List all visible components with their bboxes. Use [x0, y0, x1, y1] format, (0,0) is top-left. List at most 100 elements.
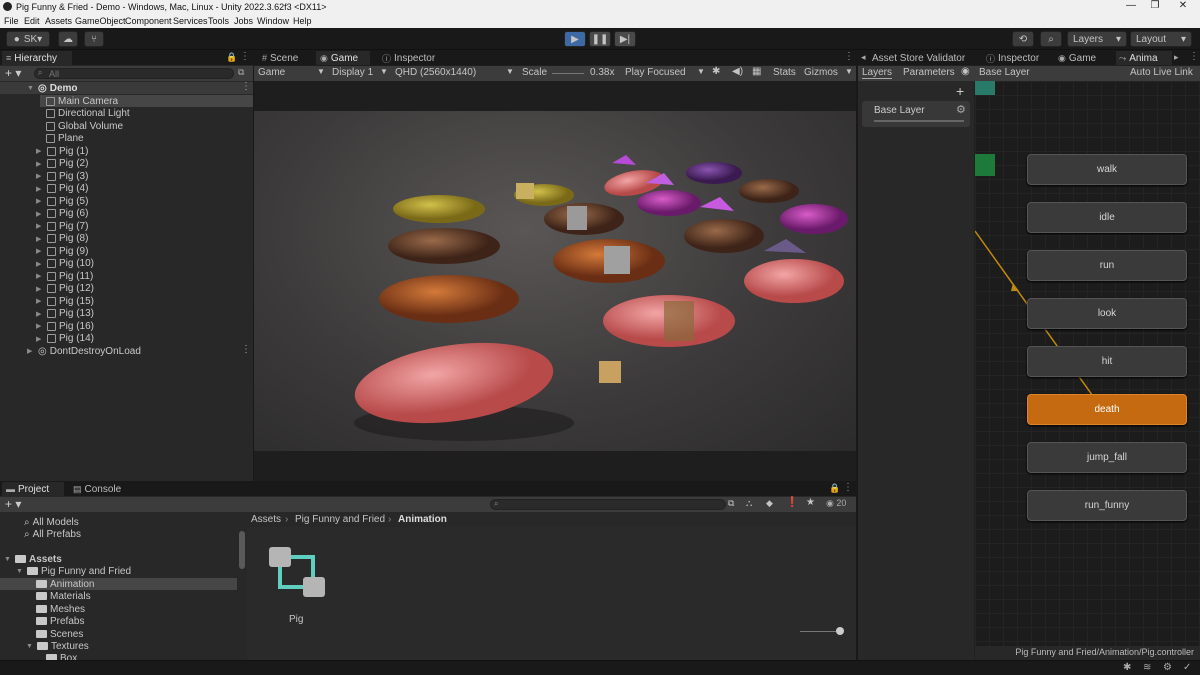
account-button[interactable]: ● SK ▾: [6, 31, 50, 47]
create-button[interactable]: + ▾: [5, 497, 21, 511]
scale-slider[interactable]: [552, 73, 584, 74]
display-dropdown[interactable]: Display 1: [332, 67, 373, 78]
bug-icon[interactable]: ✱: [712, 66, 720, 77]
add-layer-button[interactable]: +: [956, 83, 964, 99]
hierarchy-item[interactable]: Plane: [46, 133, 84, 145]
state-run-funny[interactable]: run_funny: [1027, 490, 1187, 521]
menu-file[interactable]: File: [4, 16, 19, 26]
scroll-left-icon[interactable]: ◂: [861, 52, 866, 63]
add-button[interactable]: + ▾: [5, 66, 21, 80]
label-icon[interactable]: ◆: [766, 498, 773, 509]
tab-game-right[interactable]: ◉ Game: [1058, 51, 1112, 65]
more-icon[interactable]: ⋮: [240, 51, 250, 62]
tab-project[interactable]: ▬ Project: [2, 482, 64, 496]
hierarchy-item[interactable]: ▶ Pig (6): [36, 208, 88, 220]
animator-controller-asset[interactable]: [267, 543, 327, 603]
hierarchy-item[interactable]: ▶ Pig (13): [36, 308, 94, 320]
folder-meshes[interactable]: Meshes: [36, 603, 85, 615]
project-search[interactable]: ⌕: [490, 499, 726, 510]
folder-scenes[interactable]: Scenes: [36, 628, 83, 640]
folder-materials[interactable]: Materials: [36, 590, 91, 602]
expand-arrow-icon[interactable]: ▶: [36, 247, 44, 255]
menu-services[interactable]: Services: [173, 16, 208, 26]
hierarchy-item[interactable]: ▶ Pig (15): [36, 295, 94, 307]
hierarchy-item[interactable]: ▶ Pig (2): [36, 158, 88, 170]
expand-arrow-icon[interactable]: ▶: [36, 335, 44, 343]
eye-icon[interactable]: ◉: [961, 66, 970, 77]
scroll-right-icon[interactable]: ▸: [1174, 52, 1179, 63]
tab-asset-store-validator[interactable]: Asset Store Validator: [872, 51, 982, 65]
bug-icon[interactable]: ✱: [1123, 662, 1131, 673]
expand-arrow-icon[interactable]: ▶: [36, 235, 44, 243]
hierarchy-item[interactable]: ▶ Pig (14): [36, 333, 94, 345]
expand-arrow-icon[interactable]: ▶: [36, 272, 44, 280]
tab-animator[interactable]: ⤳ Anima: [1116, 51, 1172, 65]
breadcrumb-animation[interactable]: Animation: [398, 514, 447, 525]
state-jump-fall[interactable]: jump_fall: [1027, 442, 1187, 473]
hidden-count[interactable]: ◉ 20: [826, 498, 846, 509]
menu-gameobject[interactable]: GameObject: [75, 16, 126, 26]
more-icon[interactable]: ⋮: [241, 81, 251, 92]
folder-animation[interactable]: Animation: [36, 578, 94, 590]
hierarchy-item[interactable]: ▶ Pig (3): [36, 170, 88, 182]
hierarchy-item[interactable]: Global Volume: [46, 120, 123, 132]
tab-scene[interactable]: # Scene: [258, 51, 310, 65]
expand-arrow-icon[interactable]: ▼: [16, 568, 24, 575]
search-by-type-icon[interactable]: ⧉: [728, 498, 734, 509]
menu-component[interactable]: Component: [125, 16, 172, 26]
more-icon[interactable]: ⋮: [1189, 51, 1199, 62]
search-button[interactable]: ⌕: [1040, 31, 1062, 47]
step-button[interactable]: ▶|: [614, 31, 636, 47]
state-idle[interactable]: idle: [1027, 202, 1187, 233]
expand-arrow-icon[interactable]: ▶: [36, 285, 44, 293]
folder-pig-funny[interactable]: ▼ Pig Funny and Fried: [16, 565, 131, 577]
state-run[interactable]: run: [1027, 250, 1187, 281]
entry-node[interactable]: [975, 81, 995, 95]
expand-arrow-icon[interactable]: ▶: [36, 160, 44, 168]
expand-arrow-icon[interactable]: ▶: [36, 222, 44, 230]
expand-arrow-icon[interactable]: ▶: [36, 210, 44, 218]
hierarchy-item[interactable]: ▶ Pig (11): [36, 270, 93, 282]
play-button[interactable]: ▶: [564, 31, 586, 47]
minimize-icon[interactable]: —: [1120, 0, 1142, 11]
hierarchy-item[interactable]: ▶ Pig (16): [36, 320, 94, 332]
filter-type-icon[interactable]: ⛬: [746, 498, 752, 509]
filter-icon[interactable]: ⧉: [238, 67, 244, 78]
more-icon[interactable]: ⋮: [241, 344, 251, 355]
menu-help[interactable]: Help: [293, 16, 312, 26]
maximize-icon[interactable]: ❐: [1144, 0, 1166, 11]
stack-icon[interactable]: ≋: [1143, 662, 1151, 673]
expand-arrow-icon[interactable]: ▶: [27, 347, 35, 355]
hierarchy-search[interactable]: ⌕ All: [34, 68, 234, 79]
warning-icon[interactable]: ❗: [786, 497, 798, 508]
tree-scrollbar[interactable]: [239, 531, 245, 569]
hierarchy-item[interactable]: ▶ Pig (8): [36, 233, 88, 245]
game-viewport[interactable]: [254, 111, 856, 451]
tab-inspector[interactable]: ⓘ Inspector: [378, 51, 448, 65]
expand-arrow-icon[interactable]: ▼: [27, 85, 35, 92]
layout-dropdown[interactable]: Layout ▾: [1130, 31, 1192, 47]
hierarchy-item[interactable]: ▶ Pig (4): [36, 183, 88, 195]
menu-assets[interactable]: Assets: [45, 16, 72, 26]
gear-icon[interactable]: ⚙: [1163, 662, 1172, 673]
tab-inspector-right[interactable]: ⓘ Inspector: [984, 51, 1054, 65]
hierarchy-item[interactable]: ▶ Pig (7): [36, 220, 88, 232]
state-walk[interactable]: walk: [1027, 154, 1187, 185]
hierarchy-item[interactable]: ▶ Pig (10): [36, 258, 94, 270]
expand-arrow-icon[interactable]: ▶: [36, 197, 44, 205]
hierarchy-item[interactable]: ▶ Pig (5): [36, 195, 88, 207]
breadcrumb-assets[interactable]: Assets: [251, 514, 281, 525]
layer-breadcrumb[interactable]: Base Layer: [979, 67, 1030, 78]
hierarchy-item[interactable]: Main Camera: [46, 95, 118, 107]
folder-prefabs[interactable]: Prefabs: [36, 615, 84, 627]
tab-hierarchy[interactable]: ≡ Hierarchy: [2, 51, 72, 65]
expand-arrow-icon[interactable]: ▼: [26, 643, 34, 650]
gear-icon[interactable]: ⚙: [956, 103, 966, 116]
state-death[interactable]: death: [1027, 394, 1187, 425]
gizmos-button[interactable]: Gizmos: [804, 67, 838, 78]
folder-textures[interactable]: ▼ Textures: [26, 640, 89, 652]
menu-jobs[interactable]: Jobs: [234, 16, 253, 26]
parameters-tab[interactable]: Parameters: [903, 67, 955, 78]
pause-button[interactable]: ❚❚: [589, 31, 611, 47]
expand-arrow-icon[interactable]: ▶: [36, 172, 44, 180]
